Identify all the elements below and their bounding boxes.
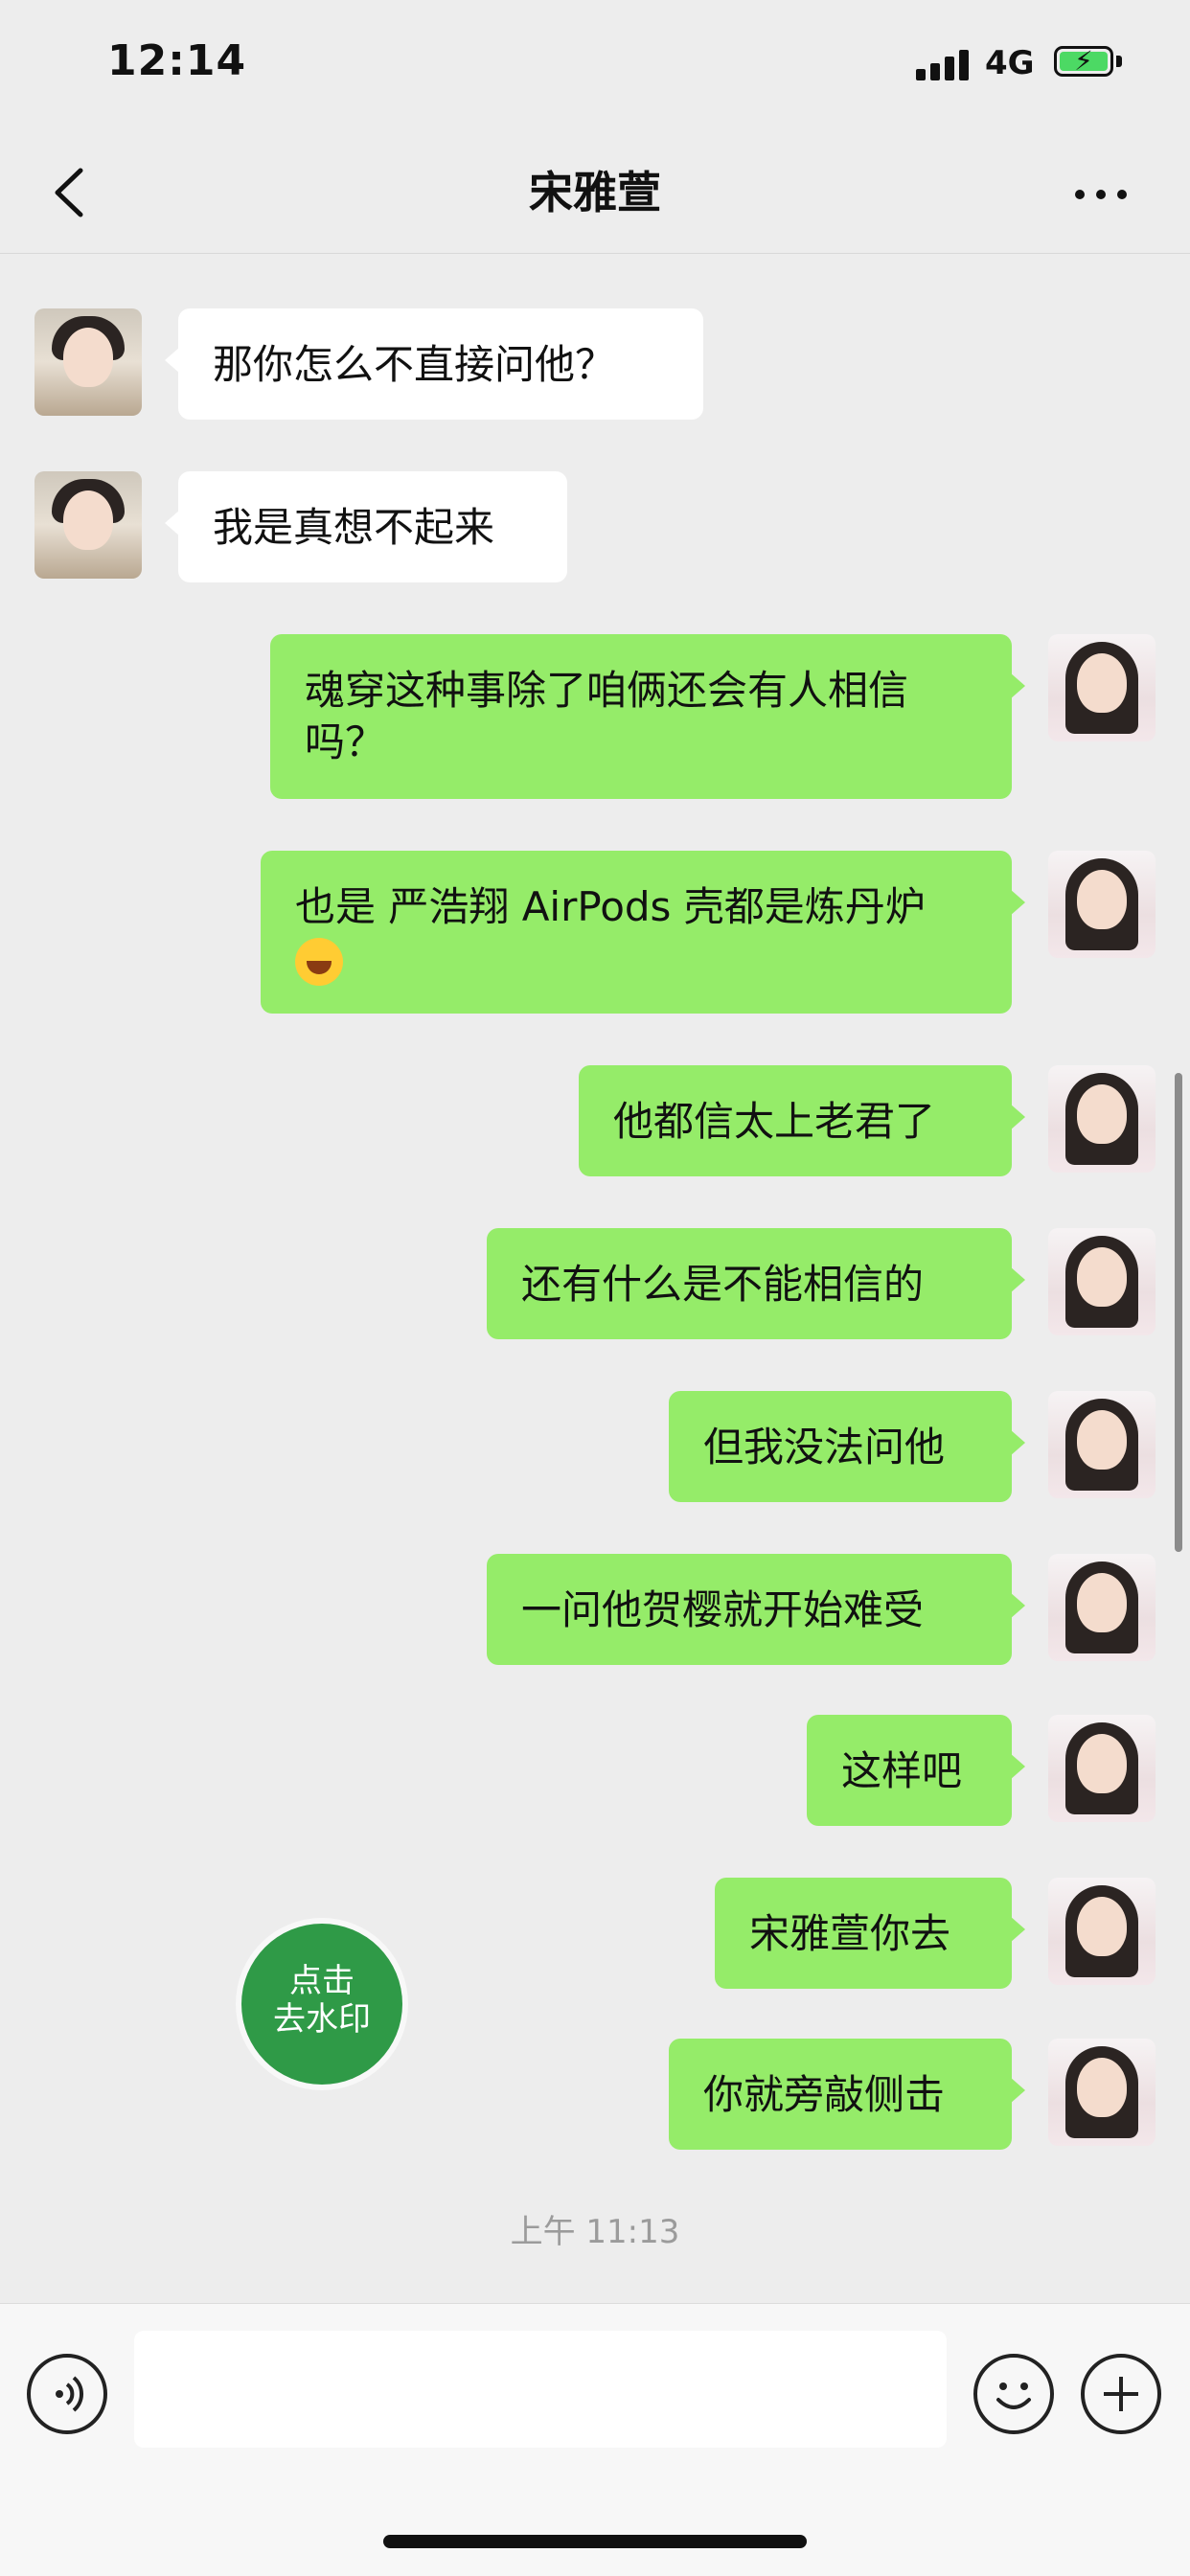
self-avatar[interactable] [1048, 1065, 1156, 1173]
chat-title: 宋雅萱 [529, 167, 661, 218]
message-input[interactable] [134, 2331, 947, 2448]
message-text: 也是 严浩翔 AirPods 壳都是炼丹炉 [295, 883, 926, 930]
message-bubble[interactable]: 他都信太上老君了 [579, 1065, 1025, 1176]
battery-tip [1116, 56, 1122, 67]
signal-icon [916, 48, 972, 80]
remove-watermark-button[interactable]: 点击 去水印 [241, 1924, 402, 2085]
message-list-lower[interactable]: 但我没法问他 一问他贺樱就开始难受 这样吧 宋雅萱你去 你就旁敲侧击 上午 11… [0, 1341, 1190, 2299]
voice-button[interactable] [27, 2354, 107, 2434]
plus-button[interactable] [1081, 2354, 1161, 2434]
sweat-smile-emoji-icon [295, 937, 343, 986]
smiley-icon [996, 2382, 1031, 2409]
self-avatar[interactable] [1048, 1878, 1156, 1985]
watermark-btn-line1: 点击 [289, 1962, 355, 2000]
message-bubble[interactable]: 也是 严浩翔 AirPods 壳都是炼丹炉 [261, 851, 1025, 1014]
battery-icon: ⚡ [1054, 45, 1113, 77]
message-bubble[interactable]: 还有什么是不能相信的 [487, 1228, 1025, 1339]
message-bubble[interactable]: 一问他贺樱就开始难受 [487, 1554, 1025, 1665]
contact-avatar[interactable] [34, 308, 142, 416]
emoji-button[interactable] [973, 2354, 1054, 2434]
message-bubble[interactable]: 我是真想不起来 [165, 471, 567, 582]
nav-bar: 宋雅萱 [0, 134, 1190, 254]
more-button[interactable] [1064, 159, 1140, 226]
self-avatar[interactable] [1048, 1554, 1156, 1661]
watermark-btn-line2: 去水印 [273, 2000, 371, 2039]
message-bubble[interactable]: 你就旁敲侧击 [669, 2039, 1025, 2150]
self-avatar[interactable] [1048, 1391, 1156, 1498]
network-type: 4G [985, 44, 1035, 82]
message-bubble[interactable]: 但我没法问他 [669, 1391, 1025, 1502]
contact-avatar[interactable] [34, 471, 142, 579]
scrollbar[interactable] [1175, 1073, 1182, 1552]
status-bar: 12:14 4G ⚡ [0, 0, 1190, 134]
self-avatar[interactable] [1048, 1715, 1156, 1822]
self-avatar[interactable] [1048, 851, 1156, 958]
self-avatar[interactable] [1048, 2039, 1156, 2146]
voice-icon [56, 2376, 84, 2412]
message-timestamp: 上午 11:13 [510, 2213, 680, 2251]
home-indicator[interactable] [383, 2535, 807, 2548]
message-bubble[interactable]: 那你怎么不直接问他？ [165, 308, 703, 420]
message-bubble[interactable]: 宋雅萱你去 [715, 1878, 1025, 1989]
message-list[interactable]: 那你怎么不直接问他？ 我是真想不起来 魂穿这种事除了咱俩还会有人相信 吗？ 也是… [0, 255, 1190, 1341]
message-bubble[interactable]: 魂穿这种事除了咱俩还会有人相信 吗？ [270, 634, 1025, 799]
status-time: 12:14 [107, 36, 247, 85]
self-avatar[interactable] [1048, 634, 1156, 741]
message-bubble[interactable]: 这样吧 [807, 1715, 1025, 1826]
self-avatar[interactable] [1048, 1228, 1156, 1335]
